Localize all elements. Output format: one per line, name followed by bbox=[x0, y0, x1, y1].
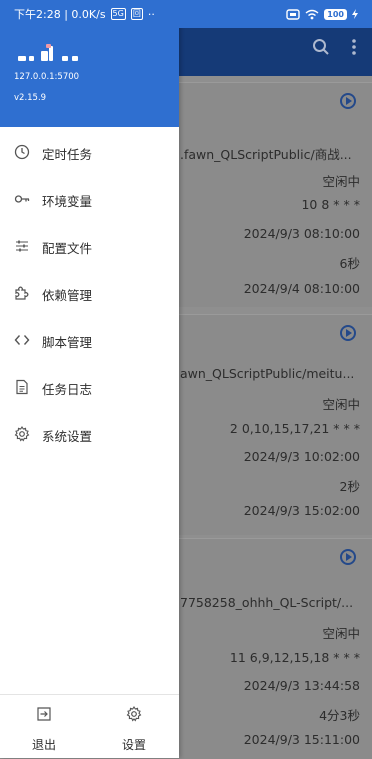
task-schedule: 2 0,10,15,17,21 * * * bbox=[229, 421, 360, 436]
status-bar-left: 下午2:28 | 0.0K/s 5G 回 ·· bbox=[14, 6, 155, 22]
task-duration: 4分3秒 bbox=[319, 708, 360, 723]
task-next-run: 2024/9/4 08:10:00 bbox=[243, 281, 360, 296]
screen-icon bbox=[286, 8, 300, 20]
menu-item-scripts[interactable]: 脚本管理 bbox=[0, 317, 179, 363]
app-bar-actions bbox=[312, 38, 356, 56]
network-badge: 5G bbox=[110, 8, 126, 20]
menu-item-task-logs[interactable]: 任务日志 bbox=[0, 364, 179, 410]
status-bar-right: 100 bbox=[286, 8, 358, 20]
app-badge: 回 bbox=[130, 8, 143, 20]
menu-item-label: 配置文件 bbox=[42, 241, 93, 256]
menu-item-label: 系统设置 bbox=[42, 429, 93, 444]
logout-button[interactable]: 退出 bbox=[14, 706, 74, 754]
server-address: 127.0.0.1:5700 bbox=[14, 72, 80, 82]
task-status: 空闲中 bbox=[322, 397, 360, 412]
code-icon bbox=[14, 335, 30, 345]
logout-label: 退出 bbox=[31, 738, 56, 752]
time-network-speed: 下午2:28 | 0.0K/s bbox=[14, 8, 106, 21]
task-path: awn_QLScriptPublic/meitu... bbox=[180, 366, 355, 381]
menu-item-label: 定时任务 bbox=[42, 147, 93, 162]
footer-divider bbox=[0, 694, 179, 695]
status-bar: 下午2:28 | 0.0K/s 5G 回 ·· 100 bbox=[0, 0, 372, 28]
settings-label: 设置 bbox=[121, 738, 146, 752]
run-task-icon[interactable] bbox=[340, 325, 356, 341]
battery-level: 100 bbox=[324, 8, 347, 20]
task-duration: 6秒 bbox=[339, 256, 360, 271]
task-schedule: 11 6,9,12,15,18 * * * bbox=[229, 650, 360, 665]
document-icon bbox=[16, 379, 28, 395]
search-icon[interactable] bbox=[312, 38, 330, 56]
menu-item-dependencies[interactable]: 依赖管理 bbox=[0, 270, 179, 316]
gear-icon bbox=[14, 426, 30, 442]
task-duration: 2秒 bbox=[339, 479, 360, 494]
settings-button[interactable]: 设置 bbox=[104, 706, 164, 754]
key-icon bbox=[14, 195, 30, 203]
app-version: v2.15.9 bbox=[14, 93, 47, 103]
menu-item-system-settings[interactable]: 系统设置 bbox=[0, 411, 179, 457]
task-path: .fawn_QLScriptPublic/商战... bbox=[180, 147, 352, 162]
gear-icon bbox=[126, 706, 142, 722]
more-vert-icon[interactable] bbox=[352, 38, 356, 56]
run-task-icon[interactable] bbox=[340, 549, 356, 565]
wifi-icon bbox=[305, 9, 319, 19]
menu-item-config-files[interactable]: 配置文件 bbox=[0, 223, 179, 269]
menu-item-label: 脚本管理 bbox=[42, 335, 93, 350]
logout-icon bbox=[37, 707, 51, 721]
task-status: 空闲中 bbox=[322, 174, 360, 189]
task-status: 空闲中 bbox=[322, 626, 360, 641]
menu-item-label: 依赖管理 bbox=[42, 288, 93, 303]
charging-icon bbox=[352, 9, 358, 19]
menu-item-label: 环境变量 bbox=[42, 194, 93, 209]
menu-item-cron-tasks[interactable]: 定时任务 bbox=[0, 129, 179, 175]
app-logo bbox=[18, 44, 88, 66]
menu-item-env-vars[interactable]: 环境变量 bbox=[0, 176, 179, 222]
task-last-run: 2024/9/3 13:44:58 bbox=[243, 678, 360, 693]
more-notifications: ·· bbox=[147, 7, 155, 21]
puzzle-icon bbox=[15, 286, 29, 300]
navigation-drawer: 127.0.0.1:5700 v2.15.9 定时任务 环境变量 配置文件 依赖… bbox=[0, 0, 179, 758]
sliders-icon bbox=[16, 240, 28, 252]
task-last-run: 2024/9/3 10:02:00 bbox=[243, 449, 360, 464]
task-path: 7758258_ohhh_QL-Script/... bbox=[180, 595, 354, 610]
task-schedule: 10 8 * * * bbox=[301, 197, 360, 212]
task-next-run: 2024/9/3 15:02:00 bbox=[243, 503, 360, 518]
task-next-run: 2024/9/3 15:11:00 bbox=[243, 732, 360, 747]
clock-icon bbox=[14, 144, 30, 160]
task-last-run: 2024/9/3 08:10:00 bbox=[243, 226, 360, 241]
menu-item-label: 任务日志 bbox=[42, 382, 93, 397]
run-task-icon[interactable] bbox=[340, 93, 356, 109]
